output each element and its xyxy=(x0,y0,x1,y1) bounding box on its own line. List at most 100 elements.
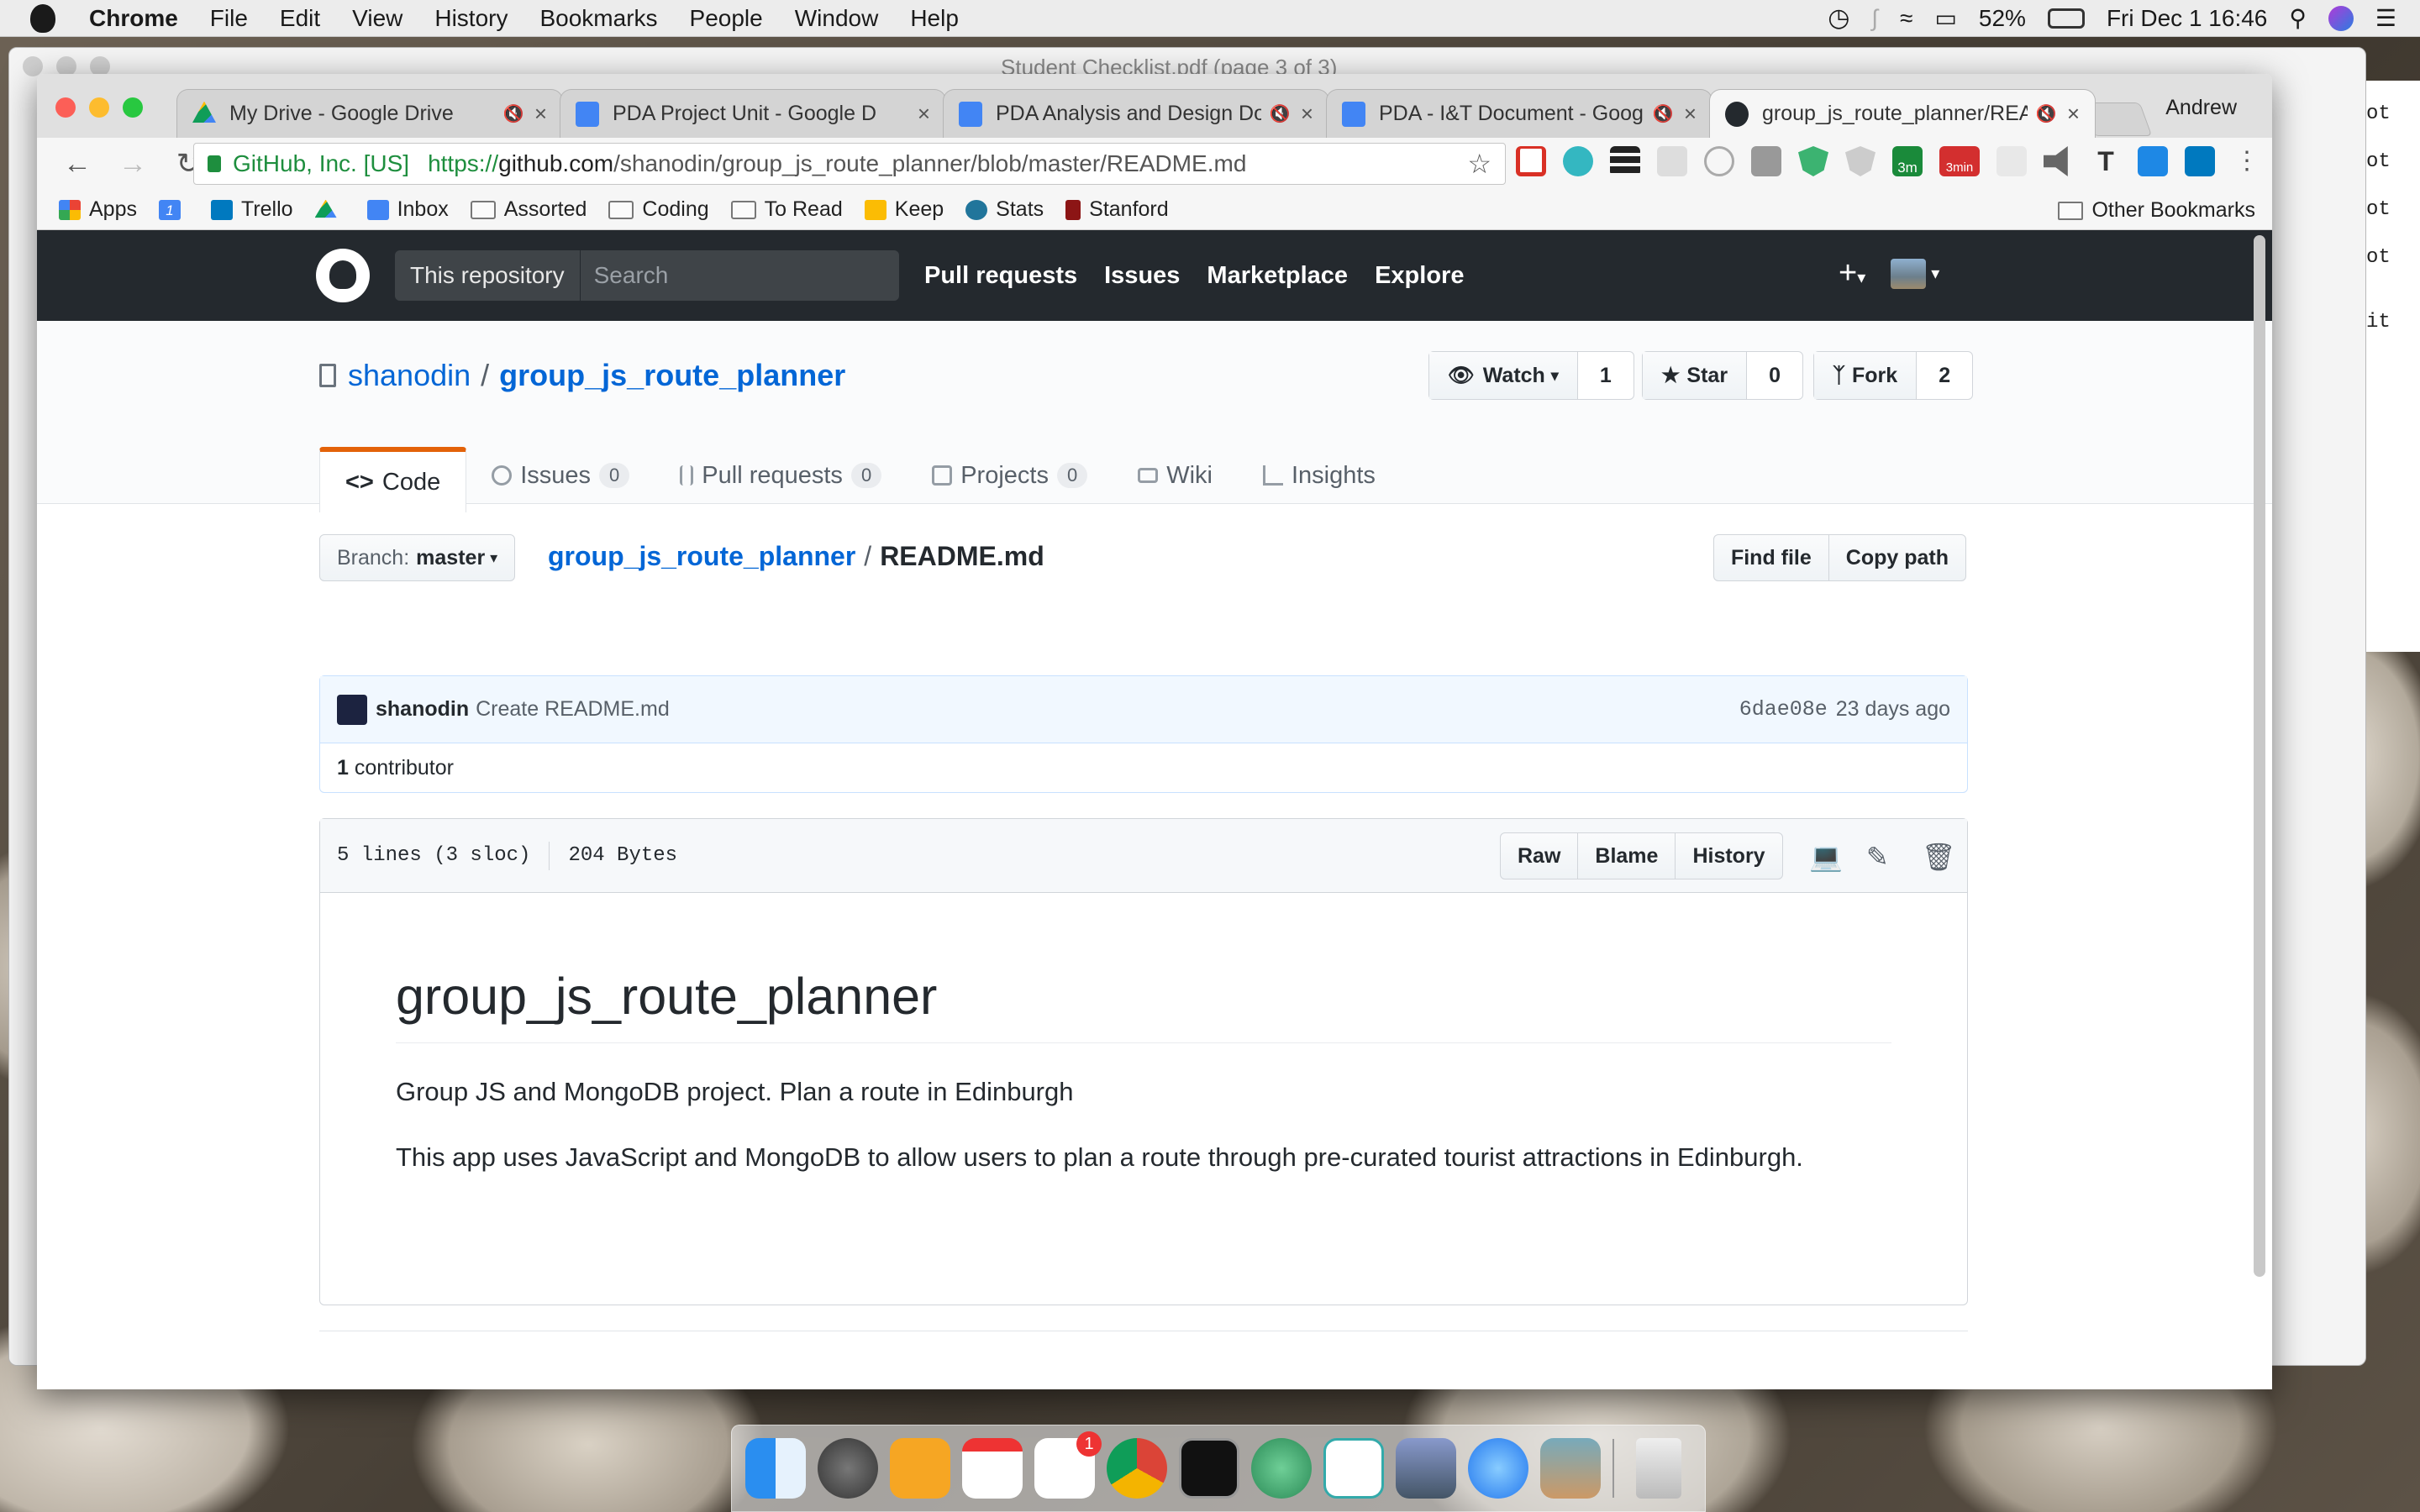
history-button[interactable]: History xyxy=(1675,833,1781,879)
find-file-button[interactable]: Find file xyxy=(1714,535,1828,580)
menu-view[interactable]: View xyxy=(352,5,402,32)
star-count[interactable]: 0 xyxy=(1747,352,1802,399)
close-tab-icon[interactable]: × xyxy=(1684,101,1697,127)
url-text[interactable]: https://github.com/shanodin/group_js_rou… xyxy=(428,150,1246,177)
zoom-window-button[interactable] xyxy=(123,97,143,118)
type-extension-icon[interactable]: T xyxy=(2091,146,2121,176)
bookmark-calendar[interactable]: 1 xyxy=(158,199,189,220)
close-tab-icon[interactable]: × xyxy=(2067,101,2080,127)
search-input[interactable]: Search xyxy=(581,262,669,289)
close-tab-icon[interactable]: × xyxy=(1301,101,1313,127)
spotlight-icon[interactable]: ⚲ xyxy=(2289,4,2307,32)
profile-button[interactable]: Andrew xyxy=(2165,96,2237,120)
create-new-plus-icon[interactable]: +▾ xyxy=(1839,255,1865,291)
battery-percent[interactable]: 52% xyxy=(1979,5,2026,32)
avatar[interactable] xyxy=(337,694,367,725)
nav-marketplace[interactable]: Marketplace xyxy=(1207,262,1348,290)
desktop-icon[interactable]: 💻 xyxy=(1809,841,1843,873)
tab-code[interactable]: <> Code xyxy=(319,447,467,512)
menu-help[interactable]: Help xyxy=(910,5,959,32)
breadcrumb-repo-link[interactable]: group_js_route_planner xyxy=(548,541,855,571)
tab-projects[interactable]: Projects 0 xyxy=(907,447,1113,504)
github-search[interactable]: This repository Search xyxy=(395,250,899,301)
terminal-icon[interactable] xyxy=(1179,1438,1239,1499)
bookmark-folder-coding[interactable]: Coding xyxy=(608,197,709,222)
tab-pda-it-document[interactable]: PDA - I&T Document - Goog 🔇 × xyxy=(1326,89,1712,138)
trello-extension-icon[interactable] xyxy=(2185,146,2215,176)
bookmark-star-icon[interactable]: ☆ xyxy=(1467,148,1491,180)
bookmark-folder-to-read[interactable]: To Read xyxy=(730,197,843,222)
tab-insights[interactable]: Insights xyxy=(1238,447,1401,504)
bookmark-stats[interactable]: Stats xyxy=(965,197,1044,222)
calendar-icon[interactable] xyxy=(962,1438,1023,1499)
close-window-button[interactable] xyxy=(55,97,76,118)
forward-icon[interactable]: → xyxy=(118,148,148,181)
chrome-icon[interactable] xyxy=(1107,1438,1167,1499)
mute-icon[interactable]: 🔇 xyxy=(503,103,524,124)
pages-icon[interactable] xyxy=(890,1438,950,1499)
commit-author[interactable]: shanodin xyxy=(376,697,469,722)
mute-icon[interactable]: 🔇 xyxy=(1653,103,1674,124)
address-bar[interactable]: GitHub, Inc. [US] https://github.com/sha… xyxy=(193,143,1506,185)
fork-count[interactable]: 2 xyxy=(1917,352,1972,399)
menu-bookmarks[interactable]: Bookmarks xyxy=(539,5,657,32)
siri-icon[interactable] xyxy=(2328,5,2354,31)
menu-edit[interactable]: Edit xyxy=(280,5,320,32)
bookmark-apps[interactable]: Apps xyxy=(59,197,137,222)
slack-icon[interactable] xyxy=(1323,1438,1384,1499)
atom-icon[interactable] xyxy=(1251,1438,1312,1499)
star-button[interactable]: ★ Star xyxy=(1643,352,1748,399)
bookmark-inbox[interactable]: Inbox xyxy=(366,197,449,222)
commit-sha[interactable]: 6dae08e xyxy=(1739,697,1828,722)
contributors-row[interactable]: 1 contributor xyxy=(320,743,1967,792)
mercury-extension-icon[interactable] xyxy=(1563,146,1593,176)
airplay-icon[interactable]: ▭ xyxy=(1934,4,1956,32)
nav-explore[interactable]: Explore xyxy=(1375,262,1464,290)
bookmark-drive[interactable] xyxy=(314,199,345,220)
wifi-icon[interactable]: ≈ xyxy=(1900,5,1912,32)
repo-owner-link[interactable]: shanodin xyxy=(348,358,471,393)
user-avatar-menu[interactable]: ▾ xyxy=(1891,258,1939,289)
reminders-icon[interactable]: 1 xyxy=(1034,1431,1102,1499)
blame-button[interactable]: Blame xyxy=(1577,833,1675,879)
clock[interactable]: Fri Dec 1 16:46 xyxy=(2107,5,2267,32)
close-tab-icon[interactable]: × xyxy=(534,101,547,127)
menu-history[interactable]: History xyxy=(434,5,508,32)
bookmark-stanford[interactable]: Stanford xyxy=(1065,197,1169,222)
photos-icon[interactable] xyxy=(1540,1438,1601,1499)
privacy-extension-icon[interactable] xyxy=(1845,146,1876,176)
launchpad-icon[interactable] xyxy=(818,1438,878,1499)
menu-people[interactable]: People xyxy=(690,5,763,32)
nav-issues[interactable]: Issues xyxy=(1104,262,1180,290)
branch-selector[interactable]: Branch: master ▾ xyxy=(319,534,516,581)
watch-button[interactable]: 👁 Watch ▾ xyxy=(1429,352,1578,399)
tab-issues[interactable]: Issues 0 xyxy=(466,447,655,504)
watch-count[interactable]: 1 xyxy=(1578,352,1634,399)
skype-extension-icon[interactable] xyxy=(2138,146,2168,176)
time-machine-icon[interactable]: ◷ xyxy=(1828,3,1849,33)
repo-name-link[interactable]: group_js_route_planner xyxy=(499,358,845,393)
mute-icon[interactable]: 🔇 xyxy=(2036,103,2057,124)
nav-pull-requests[interactable]: Pull requests xyxy=(924,262,1077,290)
tab-google-drive[interactable]: My Drive - Google Drive 🔇 × xyxy=(176,89,563,138)
tab-pull-requests[interactable]: Pull requests 0 xyxy=(655,447,907,504)
ev-certificate-label[interactable]: GitHub, Inc. [US] xyxy=(233,150,409,177)
bookmark-trello[interactable]: Trello xyxy=(210,197,293,222)
github-octocat-icon[interactable] xyxy=(316,249,370,302)
battery-icon[interactable] xyxy=(2047,8,2085,29)
back-icon[interactable]: ← xyxy=(62,148,92,181)
mute-icon[interactable]: 🔇 xyxy=(1270,103,1291,124)
commit-message[interactable]: Create README.md xyxy=(476,697,670,722)
chrome-menu-icon[interactable]: ⋮ xyxy=(2232,146,2262,176)
grid-extension-icon[interactable] xyxy=(1996,146,2027,176)
notification-center-icon[interactable]: ☰ xyxy=(2375,4,2396,32)
bookmark-folder-assorted[interactable]: Assorted xyxy=(470,197,587,222)
timer-extension-icon[interactable]: 3m xyxy=(1892,146,1923,176)
apple-menu-icon[interactable] xyxy=(30,3,55,33)
scrollbar[interactable] xyxy=(2254,235,2265,1277)
tab-wiki[interactable]: Wiki xyxy=(1113,447,1238,504)
other-bookmarks[interactable]: Other Bookmarks xyxy=(2058,198,2255,223)
close-tab-icon[interactable]: × xyxy=(918,101,930,127)
tab-pda-project-unit[interactable]: PDA Project Unit - Google D × xyxy=(560,89,946,138)
finder-icon[interactable] xyxy=(745,1438,806,1499)
